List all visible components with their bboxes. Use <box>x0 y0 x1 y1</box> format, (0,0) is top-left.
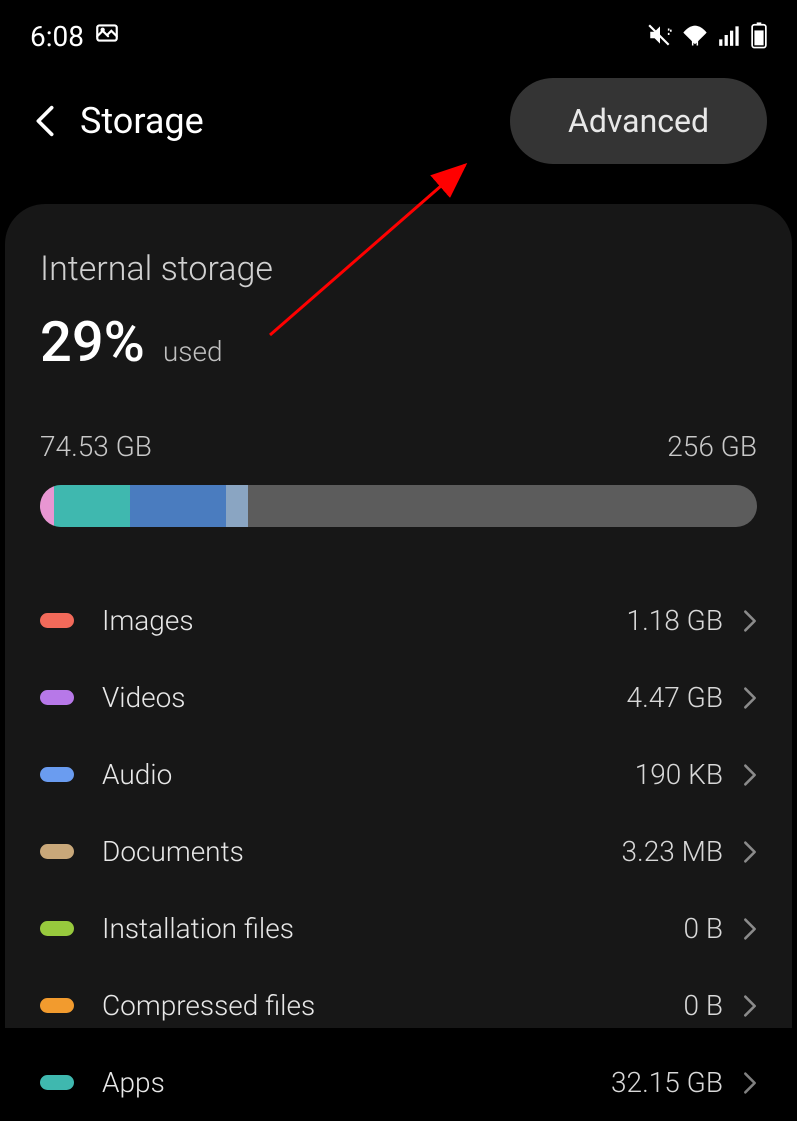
size-row: 74.53 GB 256 GB <box>40 430 757 463</box>
storage-title: Internal storage <box>40 249 757 289</box>
category-size: 32.15 GB <box>611 1066 723 1099</box>
chevron-right-icon <box>743 609 757 633</box>
category-name: Compressed files <box>102 989 683 1022</box>
category-item[interactable]: Audio190 KB <box>40 736 757 813</box>
category-name: Images <box>102 604 627 637</box>
category-item[interactable]: Images1.18 GB <box>40 582 757 659</box>
percent-value: 29% <box>40 309 145 375</box>
chevron-right-icon <box>743 763 757 787</box>
category-size: 3.23 MB <box>621 835 723 868</box>
storage-progress-bar <box>40 485 757 527</box>
category-item[interactable]: Compressed files0 B <box>40 967 757 1044</box>
chevron-right-icon <box>743 917 757 941</box>
category-name: Installation files <box>102 912 683 945</box>
progress-segment <box>226 485 248 527</box>
category-size: 1.18 GB <box>627 604 723 637</box>
category-size: 190 KB <box>635 758 723 791</box>
chevron-right-icon <box>743 994 757 1018</box>
category-color-pill <box>40 690 74 705</box>
mute-vibrate-icon <box>647 22 673 52</box>
category-color-pill <box>40 1075 74 1090</box>
used-label: used <box>163 335 223 368</box>
progress-segment <box>130 485 227 527</box>
battery-icon <box>751 21 767 53</box>
category-name: Videos <box>102 681 627 714</box>
category-name: Apps <box>102 1066 611 1099</box>
screenshot-icon <box>94 20 120 53</box>
page-title: Storage <box>80 100 204 142</box>
category-size: 0 B <box>683 912 723 945</box>
category-size: 0 B <box>683 989 723 1022</box>
status-bar: 6:08 <box>0 0 797 68</box>
signal-icon <box>717 23 743 51</box>
category-list: Images1.18 GBVideos4.47 GBAudio190 KBDoc… <box>40 582 757 1121</box>
category-size: 4.47 GB <box>627 681 723 714</box>
progress-segment <box>40 485 54 527</box>
category-color-pill <box>40 921 74 936</box>
category-name: Documents <box>102 835 621 868</box>
category-item[interactable]: Installation files0 B <box>40 890 757 967</box>
chevron-right-icon <box>743 1071 757 1095</box>
category-color-pill <box>40 844 74 859</box>
category-name: Audio <box>102 758 635 791</box>
category-item[interactable]: Documents3.23 MB <box>40 813 757 890</box>
status-time: 6:08 <box>30 20 84 53</box>
chevron-right-icon <box>743 686 757 710</box>
wifi-icon <box>681 23 709 51</box>
percent-row: 29% used <box>40 309 757 375</box>
category-color-pill <box>40 613 74 628</box>
status-left: 6:08 <box>30 20 120 53</box>
header: Storage Advanced <box>0 68 797 194</box>
total-size: 256 GB <box>667 430 757 463</box>
category-color-pill <box>40 767 74 782</box>
back-button[interactable] <box>30 101 60 141</box>
category-color-pill <box>40 998 74 1013</box>
status-right <box>647 21 767 53</box>
category-item[interactable]: Videos4.47 GB <box>40 659 757 736</box>
used-size: 74.53 GB <box>40 430 152 463</box>
header-left: Storage <box>30 100 204 142</box>
storage-card: Internal storage 29% used 74.53 GB 256 G… <box>5 204 792 1028</box>
advanced-button[interactable]: Advanced <box>510 78 767 164</box>
chevron-right-icon <box>743 840 757 864</box>
category-item[interactable]: Apps32.15 GB <box>40 1044 757 1121</box>
progress-segment <box>54 485 129 527</box>
